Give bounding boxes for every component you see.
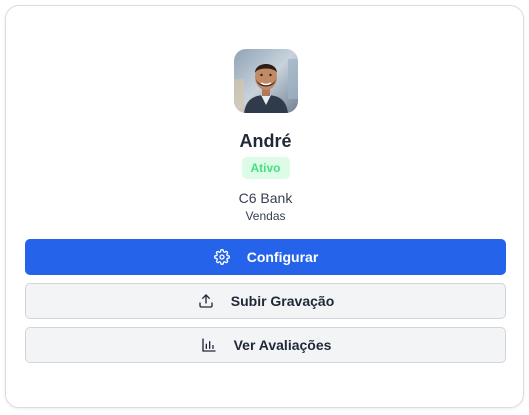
company-name: C6 Bank [238,190,293,206]
status-badge: Ativo [241,157,290,179]
avatar [234,49,298,113]
gear-icon [213,248,231,266]
configure-button-label: Configurar [246,249,319,265]
agent-card: André Ativo C6 Bank Vendas Configurar Su… [5,5,524,408]
view-reviews-button-label: Ver Avaliações [233,337,332,353]
avatar-photo [234,49,298,113]
view-reviews-button[interactable]: Ver Avaliações [25,327,506,363]
status-badge-wrap: Ativo [6,157,525,179]
bar-chart-icon [200,336,218,354]
upload-recording-button[interactable]: Subir Gravação [25,283,506,319]
agent-name: André [239,131,292,151]
configure-button[interactable]: Configurar [25,239,506,275]
department-name: Vendas [245,209,286,223]
upload-icon [197,292,215,310]
upload-recording-button-label: Subir Gravação [230,293,335,309]
